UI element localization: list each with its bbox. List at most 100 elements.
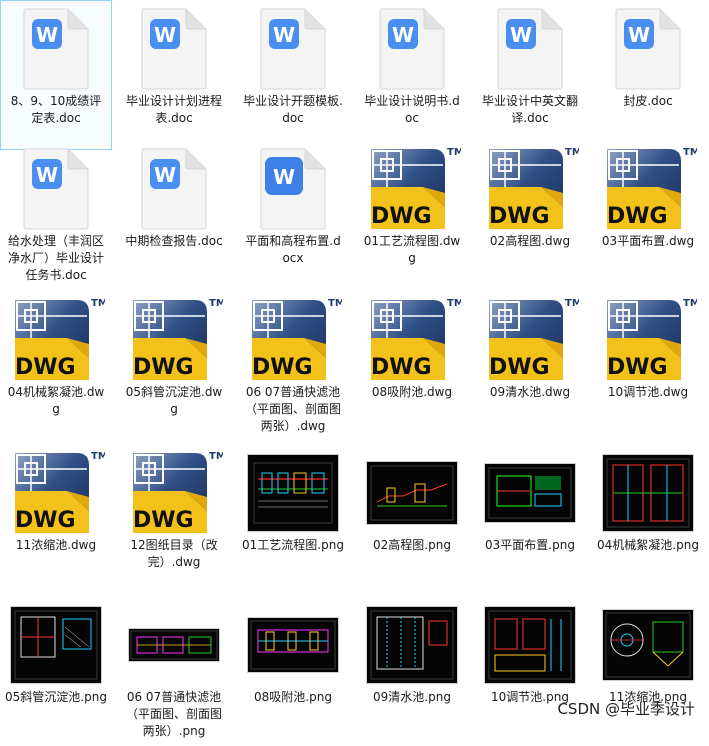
svg-text:DWG: DWG: [489, 355, 550, 380]
svg-text:W: W: [392, 23, 414, 47]
file-item[interactable]: DWG TM 05斜管沉淀池.dwg: [118, 291, 230, 441]
file-name: 04机械絮凝池.dwg: [7, 385, 105, 416]
file-item[interactable]: W 毕业设计中英文翻译.doc: [474, 0, 586, 150]
autocad-dwg-icon: DWG TM: [599, 143, 700, 235]
file-name: 平面和高程布置.docx: [245, 234, 341, 265]
file-thumbnail: W: [1, 5, 111, 93]
file-name: 10调节池.dwg: [607, 385, 689, 399]
file-name: 给水处理（丰润区净水厂）毕业设计任务书.doc: [7, 234, 104, 282]
file-name: 01工艺流程图.png: [242, 538, 344, 552]
svg-text:TM: TM: [209, 298, 223, 309]
cad-drawing-thumbnail: [11, 607, 101, 683]
svg-text:DWG: DWG: [15, 355, 76, 380]
svg-text:W: W: [628, 23, 650, 47]
cad-drawing-thumbnail: [603, 455, 693, 531]
file-item[interactable]: W 中期检查报告.doc: [118, 140, 230, 290]
svg-text:TM: TM: [565, 147, 579, 158]
file-item[interactable]: DWG TM 11浓缩池.dwg: [0, 444, 112, 594]
word-document-icon: W: [22, 7, 90, 91]
cad-drawing-thumbnail: [248, 455, 338, 531]
file-name: 03平面布置.png: [485, 538, 575, 552]
file-item[interactable]: 01工艺流程图.png: [237, 444, 349, 594]
file-thumbnail: DWG TM: [1, 449, 111, 537]
file-thumbnail: DWG TM: [1, 296, 111, 384]
file-item[interactable]: DWG TM 06 07普通快滤池（平面图、剖面图两张）.dwg: [237, 291, 349, 441]
file-thumbnail: DWG TM: [475, 296, 585, 384]
file-name: 06 07普通快滤池（平面图、剖面图两张）.dwg: [244, 385, 341, 433]
file-thumbnail: [593, 601, 703, 689]
svg-text:DWG: DWG: [252, 355, 313, 380]
file-thumbnail: W: [357, 5, 467, 93]
file-item[interactable]: W 平面和高程布置.docx: [237, 140, 349, 290]
word-document-icon: W: [259, 147, 327, 231]
file-name: 02高程图.dwg: [489, 234, 571, 248]
cad-drawing-thumbnail: [485, 607, 575, 683]
file-thumbnail: DWG TM: [357, 296, 467, 384]
word-document-icon: W: [259, 7, 327, 91]
file-thumbnail: W: [593, 5, 703, 93]
file-item[interactable]: 08吸附池.png: [237, 596, 349, 746]
file-item[interactable]: W 8、9、10成绩评定表.doc: [0, 0, 112, 150]
file-name: 封皮.doc: [623, 94, 673, 108]
file-name: 08吸附池.png: [254, 690, 332, 704]
svg-text:DWG: DWG: [133, 508, 194, 533]
file-item[interactable]: 03平面布置.png: [474, 444, 586, 594]
file-item[interactable]: 02高程图.png: [356, 444, 468, 594]
file-name: 06 07普通快滤池（平面图、剖面图两张）.png: [125, 690, 222, 738]
file-thumbnail: [238, 601, 348, 689]
file-item[interactable]: DWG TM 09清水池.dwg: [474, 291, 586, 441]
file-item[interactable]: DWG TM 10调节池.dwg: [592, 291, 704, 441]
file-item[interactable]: W 封皮.doc: [592, 0, 704, 150]
autocad-dwg-icon: DWG TM: [125, 447, 226, 539]
svg-text:TM: TM: [565, 298, 579, 309]
svg-text:DWG: DWG: [15, 508, 76, 533]
file-name: 05斜管沉淀池.dwg: [125, 385, 223, 416]
cad-drawing-thumbnail: [367, 607, 457, 683]
svg-text:TM: TM: [328, 298, 342, 309]
word-document-icon: W: [378, 7, 446, 91]
file-item[interactable]: W 给水处理（丰润区净水厂）毕业设计任务书.doc: [0, 140, 112, 290]
file-item[interactable]: DWG TM 01工艺流程图.dwg: [356, 140, 468, 290]
svg-text:W: W: [36, 163, 58, 187]
file-item[interactable]: 09清水池.png: [356, 596, 468, 746]
file-thumbnail: [238, 449, 348, 537]
file-item[interactable]: 10调节池.png: [474, 596, 586, 746]
word-document-icon: W: [496, 7, 564, 91]
autocad-dwg-icon: DWG TM: [125, 294, 226, 386]
file-item[interactable]: W 毕业设计计划进程表.doc: [118, 0, 230, 150]
word-document-icon: W: [140, 147, 208, 231]
file-name: 毕业设计计划进程表.doc: [125, 94, 222, 125]
svg-text:TM: TM: [683, 147, 697, 158]
file-name: 8、9、10成绩评定表.doc: [10, 94, 102, 125]
file-thumbnail: [593, 449, 703, 537]
file-item[interactable]: W 毕业设计说明书.doc: [356, 0, 468, 150]
file-item[interactable]: DWG TM 08吸附池.dwg: [356, 291, 468, 441]
svg-text:TM: TM: [447, 147, 461, 158]
file-thumbnail: [357, 449, 467, 537]
file-thumbnail: [475, 601, 585, 689]
file-name: 09清水池.dwg: [489, 385, 571, 399]
file-thumbnail: [1, 601, 111, 689]
file-thumbnail: DWG TM: [593, 296, 703, 384]
file-name: 08吸附池.dwg: [371, 385, 453, 399]
file-item[interactable]: DWG TM 02高程图.dwg: [474, 140, 586, 290]
file-item[interactable]: 11浓缩池.png: [592, 596, 704, 746]
file-item[interactable]: 04机械絮凝池.png: [592, 444, 704, 594]
file-thumbnail: W: [1, 145, 111, 233]
file-item[interactable]: 05斜管沉淀池.png: [0, 596, 112, 746]
svg-text:W: W: [273, 165, 295, 189]
file-item[interactable]: DWG TM 12图纸目录（改完）.dwg: [118, 444, 230, 594]
file-name: 09清水池.png: [373, 690, 451, 704]
file-item[interactable]: 06 07普通快滤池（平面图、剖面图两张）.png: [118, 596, 230, 746]
file-thumbnail: DWG TM: [119, 296, 229, 384]
cad-drawing-thumbnail: [485, 464, 575, 522]
file-thumbnail: W: [119, 5, 229, 93]
file-name: 04机械絮凝池.png: [597, 538, 699, 552]
file-item[interactable]: W 毕业设计开题模板.doc: [237, 0, 349, 150]
file-thumbnail: W: [238, 5, 348, 93]
file-item[interactable]: DWG TM 03平面布置.dwg: [592, 140, 704, 290]
file-item[interactable]: DWG TM 04机械絮凝池.dwg: [0, 291, 112, 441]
file-thumbnail: W: [238, 145, 348, 233]
svg-text:W: W: [154, 163, 176, 187]
autocad-dwg-icon: DWG TM: [481, 143, 582, 235]
